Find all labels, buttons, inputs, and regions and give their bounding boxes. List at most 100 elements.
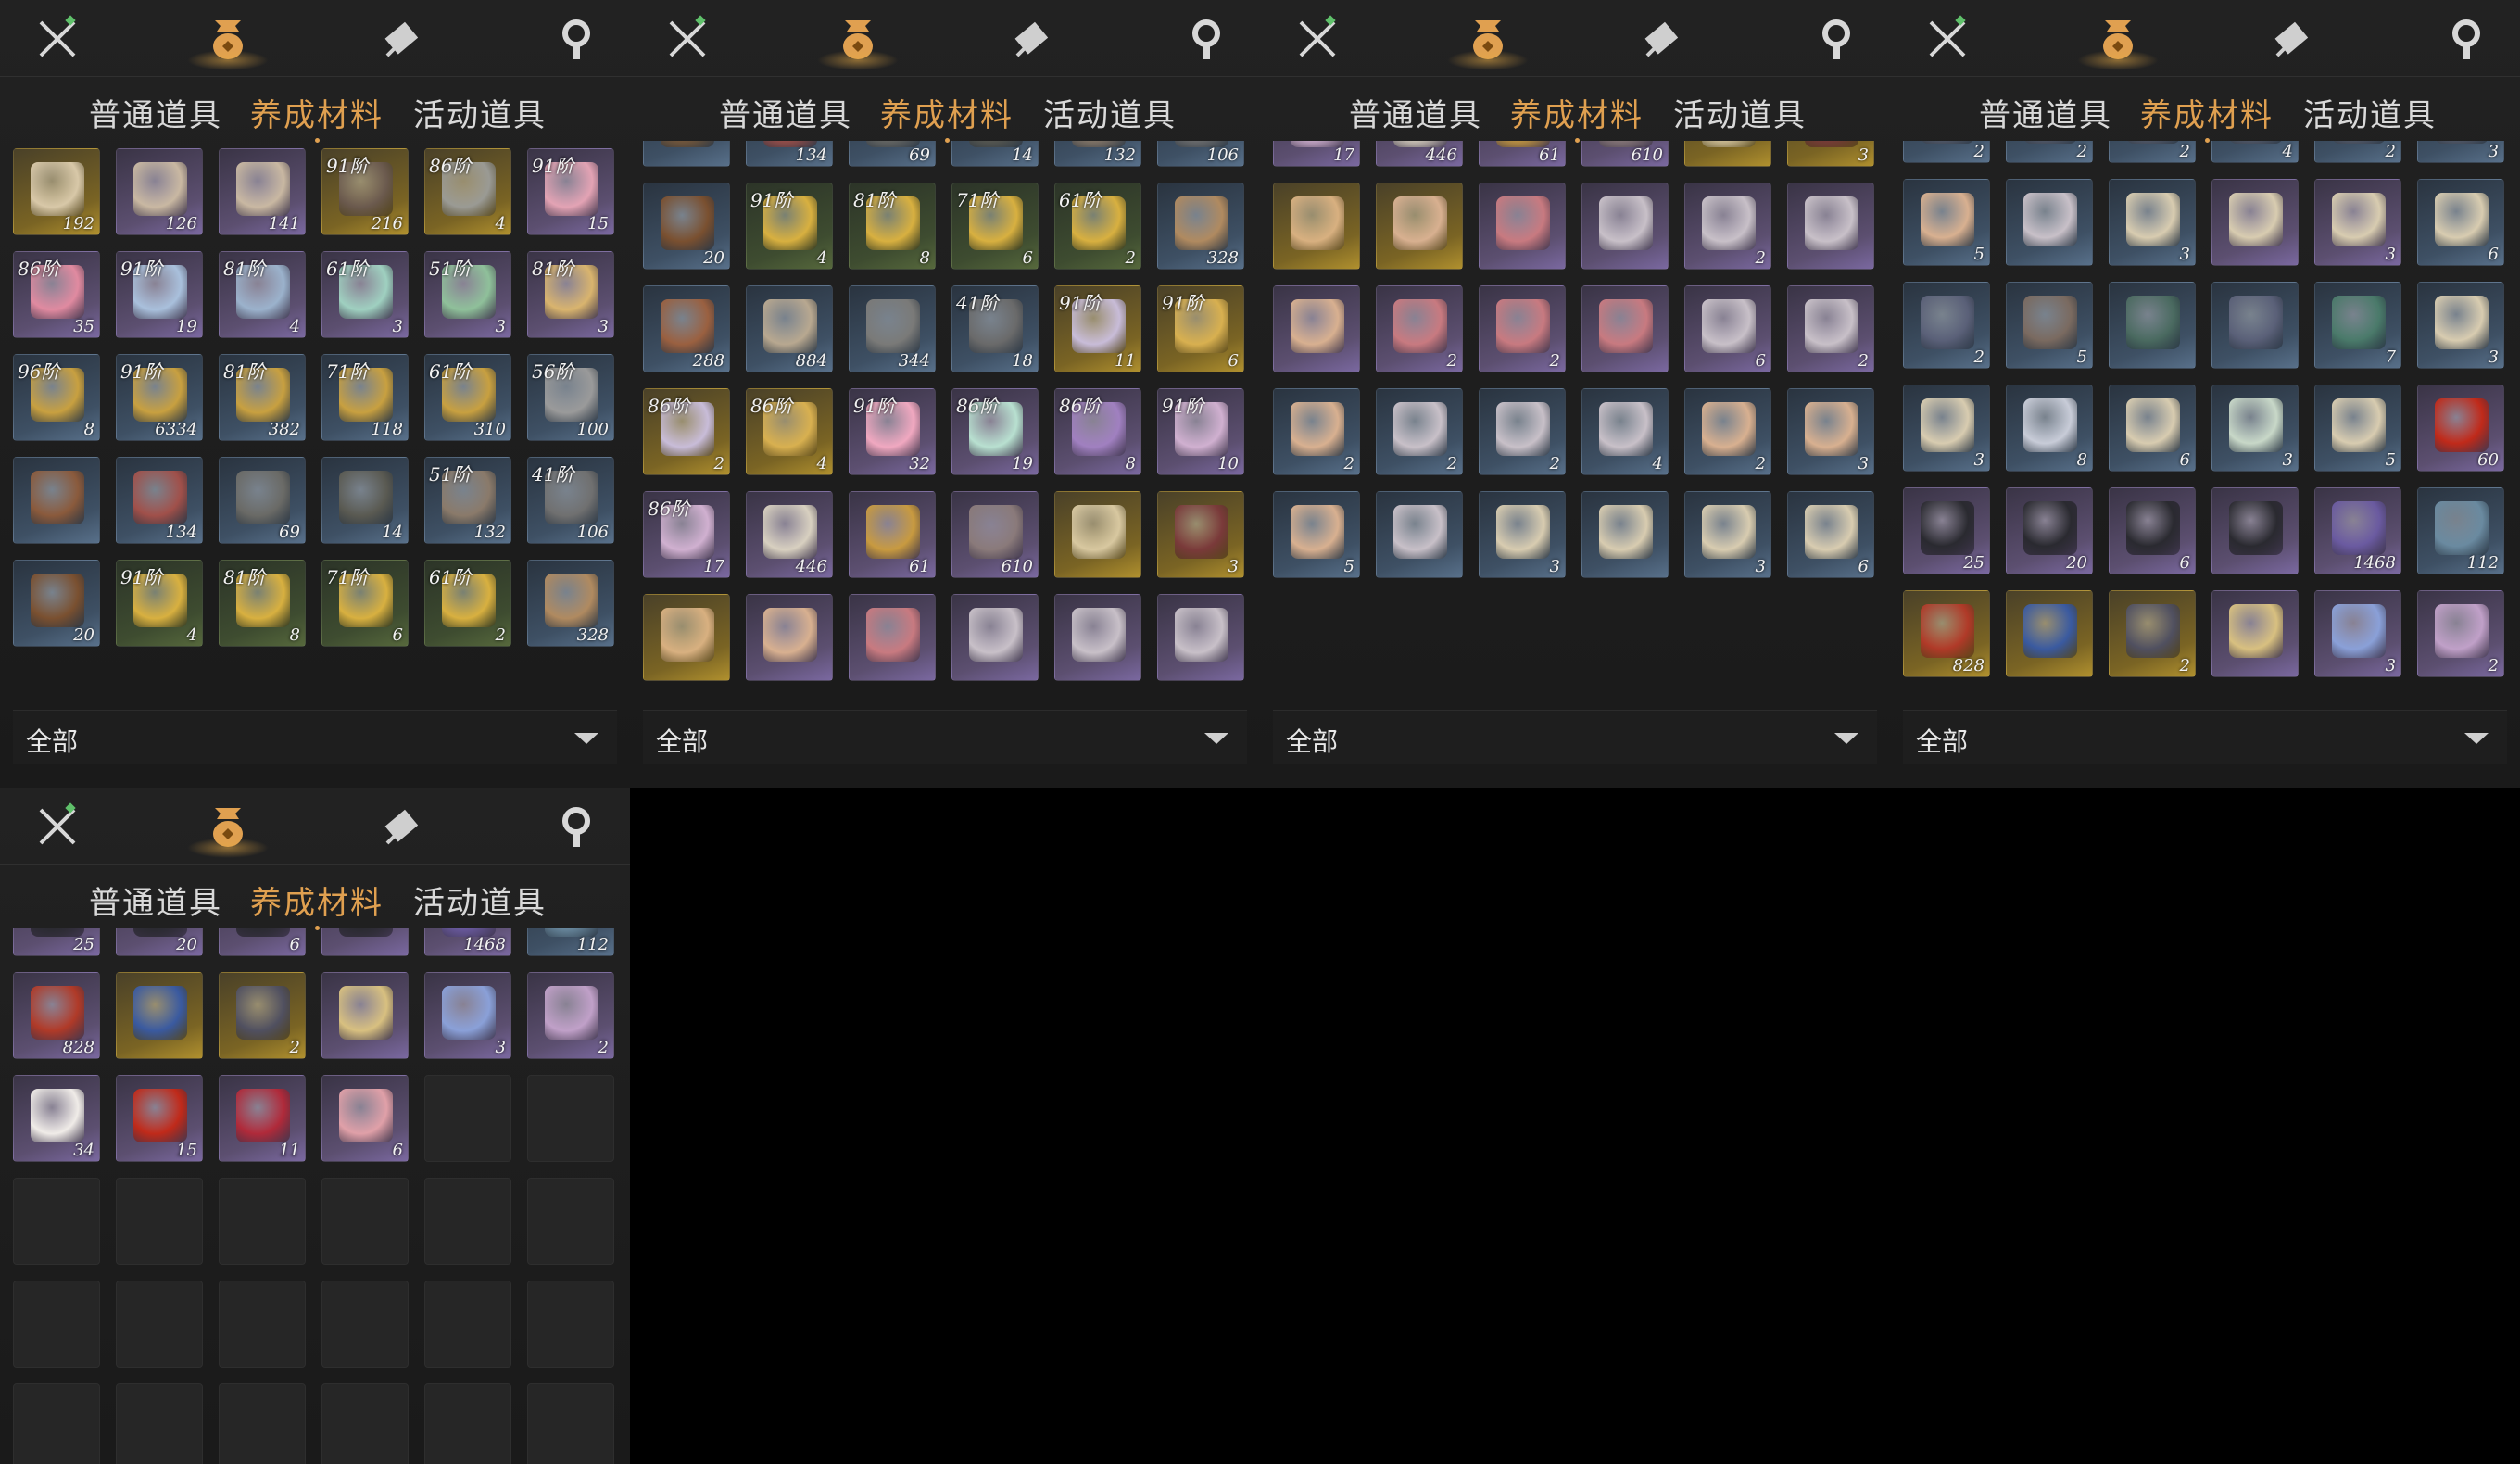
item-slot[interactable]: 7 [2314, 282, 2401, 369]
item-slot[interactable]: 4 [1581, 388, 1669, 475]
item-slot[interactable]: 3 [1479, 491, 1566, 578]
item-slot[interactable]: 25 [13, 928, 100, 956]
item-slot[interactable] [2211, 590, 2299, 677]
item-slot[interactable] [1684, 141, 1771, 167]
item-slot[interactable]: 91阶 6 [1157, 285, 1244, 372]
item-slot[interactable]: 610 [951, 491, 1039, 578]
item-slot[interactable]: 6 [2109, 385, 2196, 472]
item-slot[interactable] [1376, 491, 1463, 578]
item-slot[interactable]: 91阶 15 [527, 148, 614, 235]
item-slot[interactable]: 2 [1479, 285, 1566, 372]
item-slot[interactable]: 20 [116, 928, 203, 956]
item-slot[interactable]: 56阶 100 [527, 354, 614, 441]
item-slot[interactable]: 1468 [2314, 487, 2401, 574]
scroll-icon[interactable] [376, 13, 428, 65]
item-slot[interactable]: 71阶 118 [321, 354, 409, 441]
item-slot[interactable] [643, 594, 730, 681]
item-slot[interactable] [1581, 491, 1669, 578]
gear-icon[interactable] [1810, 13, 1862, 65]
item-slot[interactable]: 6 [2109, 487, 2196, 574]
item-slot[interactable]: 884 [746, 285, 833, 372]
item-slot[interactable] [116, 972, 203, 1059]
tab-1[interactable]: 养成材料 [1510, 90, 1644, 143]
item-slot[interactable] [849, 594, 936, 681]
tab-2[interactable]: 活动道具 [1673, 90, 1807, 135]
item-slot[interactable]: 2 [1479, 388, 1566, 475]
item-slot[interactable]: 91阶 216 [321, 148, 409, 235]
item-slot[interactable]: 11 [219, 1075, 306, 1162]
item-slot[interactable]: 61阶 3 [321, 251, 409, 338]
item-slot[interactable]: 81阶 8 [219, 560, 306, 647]
item-slot[interactable]: 81阶 3 [527, 251, 614, 338]
item-slot[interactable]: 2 [2109, 590, 2196, 677]
scroll-icon[interactable] [1636, 13, 1688, 65]
item-slot[interactable]: 86阶 35 [13, 251, 100, 338]
item-slot[interactable]: 2 [1903, 141, 1990, 163]
item-slot[interactable] [1479, 183, 1566, 270]
item-slot[interactable]: 6 [219, 928, 306, 956]
item-slot[interactable]: 6 [1787, 491, 1874, 578]
item-slot[interactable] [2211, 282, 2299, 369]
item-slot[interactable]: 15 [116, 1075, 203, 1162]
item-slot[interactable] [2211, 179, 2299, 266]
item-slot[interactable]: 2 [2417, 590, 2504, 677]
item-grid-viewport[interactable]: 86阶17 446 61 610 3 2 2 2 6 2 2 2 2 4 2 3 5 3 3 6 [1260, 141, 1890, 710]
item-slot[interactable]: 126 [116, 148, 203, 235]
item-slot[interactable]: 91阶 11 [1054, 285, 1141, 372]
item-slot[interactable] [1376, 183, 1463, 270]
item-slot[interactable]: 14 [951, 141, 1039, 167]
item-slot[interactable]: 106 [1157, 141, 1244, 167]
item-grid-viewport[interactable]: 2 2 2 4 2 3 5 3 3 6 2 5 7 3 3 8 6 3 5 60 25 20 6 1468 112 828 2 3 2 [1890, 141, 2520, 710]
item-slot[interactable] [2006, 590, 2093, 677]
item-slot[interactable]: 2 [1376, 388, 1463, 475]
item-slot[interactable]: 6 [1684, 285, 1771, 372]
item-slot[interactable]: 20 [643, 183, 730, 270]
item-slot[interactable] [2006, 179, 2093, 266]
item-slot[interactable]: 446 [1376, 141, 1463, 167]
item-slot[interactable]: 328 [1157, 183, 1244, 270]
item-slot[interactable]: 3 [1787, 141, 1874, 167]
tab-2[interactable]: 活动道具 [413, 877, 547, 923]
item-slot[interactable] [1054, 491, 1141, 578]
item-slot[interactable] [1581, 183, 1669, 270]
item-slot[interactable]: 91阶 4 [746, 183, 833, 270]
item-slot[interactable]: 3 [2417, 141, 2504, 163]
item-slot[interactable]: 51阶 132 [424, 457, 511, 544]
tab-0[interactable]: 普通道具 [1979, 90, 2112, 135]
item-slot[interactable]: 344 [849, 285, 936, 372]
item-slot[interactable]: 2 [1684, 183, 1771, 270]
crossed-swords-icon[interactable] [662, 13, 713, 65]
item-slot[interactable]: 86阶 2 [643, 388, 730, 475]
item-slot[interactable]: 3 [2417, 282, 2504, 369]
item-slot[interactable]: 69 [849, 141, 936, 167]
pouch-icon[interactable] [187, 13, 269, 70]
item-slot[interactable]: 34 [13, 1075, 100, 1162]
crossed-swords-icon[interactable] [1922, 13, 1973, 65]
item-slot[interactable]: 91阶 4 [116, 560, 203, 647]
tab-1[interactable]: 养成材料 [880, 90, 1014, 143]
item-slot[interactable]: 5 [2006, 282, 2093, 369]
item-slot[interactable]: 2 [1903, 282, 1990, 369]
item-slot[interactable]: 81阶 382 [219, 354, 306, 441]
item-slot[interactable] [1787, 183, 1874, 270]
filter-dropdown[interactable]: 全部 [13, 710, 617, 764]
item-slot[interactable]: 2 [527, 972, 614, 1059]
item-slot[interactable]: 61阶 2 [1054, 183, 1141, 270]
item-slot[interactable]: 6 [2417, 179, 2504, 266]
item-slot[interactable]: 60 [2417, 385, 2504, 472]
item-slot[interactable]: 141 [219, 148, 306, 235]
item-slot[interactable]: 3 [1903, 385, 1990, 472]
item-slot[interactable] [746, 594, 833, 681]
item-slot[interactable]: 3 [424, 972, 511, 1059]
item-slot[interactable]: 86阶 4 [424, 148, 511, 235]
gear-icon[interactable] [550, 801, 602, 852]
tab-2[interactable]: 活动道具 [413, 90, 547, 135]
item-slot[interactable]: 112 [2417, 487, 2504, 574]
item-slot[interactable]: 5 [2314, 385, 2401, 472]
item-grid-viewport[interactable]: 192 126 141 91阶 216 86阶 4 91阶 15 86阶 35 91阶 19 81阶 4 61… [0, 141, 630, 710]
item-slot[interactable]: 2 [2006, 141, 2093, 163]
tab-1[interactable]: 养成材料 [250, 877, 384, 930]
item-slot[interactable] [321, 972, 409, 1059]
tab-0[interactable]: 普通道具 [89, 877, 222, 923]
item-slot[interactable]: 2 [2109, 141, 2196, 163]
